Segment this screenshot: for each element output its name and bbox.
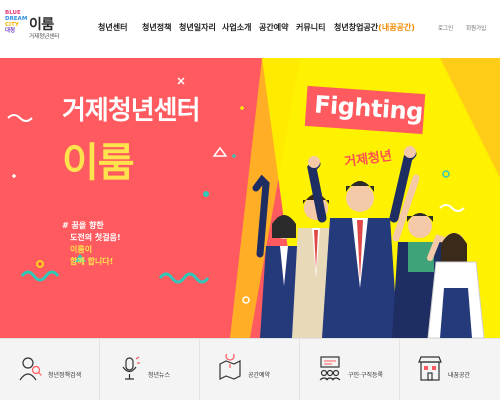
plus-doodle xyxy=(12,174,16,178)
nav-item-space-reservation[interactable]: 공간예약 xyxy=(259,22,288,33)
hero-title: 거제청년센터 xyxy=(62,96,201,126)
hero-copy-line: # 꿈을 향한 xyxy=(62,221,104,230)
quick-menu-dream-space[interactable]: 내꿈공간 xyxy=(400,339,500,400)
login-link[interactable]: 로그인 xyxy=(438,24,453,32)
hero-copy-line: 함께 합니다! xyxy=(70,257,114,266)
quick-menu-label: 청년뉴스 xyxy=(148,372,171,379)
job-board-icon xyxy=(319,356,341,381)
map-pin-icon xyxy=(219,354,241,380)
plus-doodle xyxy=(240,106,244,110)
triangle-doodle xyxy=(212,146,228,157)
quick-menu-job-registration[interactable]: 구인·구직등록 xyxy=(300,339,400,400)
hero-banner: 거제청년센터 이룸 # 꿈을 향한 도전의 첫걸음! 이룸이 함께 합니다! F… xyxy=(0,58,500,338)
quick-menu-space-reservation[interactable]: 공간예약 xyxy=(200,339,300,400)
plus-doodle xyxy=(232,154,236,158)
wave-doodle xyxy=(20,270,60,282)
logo-name: 이룸 xyxy=(29,17,54,33)
quick-menu-label: 내꿈공간 xyxy=(448,372,471,379)
quick-menu-label: 구인·구직등록 xyxy=(348,372,384,379)
nav-item-youth-center[interactable]: 청년센터 xyxy=(98,22,127,33)
site-header: BLUE DREAM CITY 대청 이룸 거제청년센터 청년센터 청년정책 청… xyxy=(0,0,500,58)
fighting-banner-text: Fighting xyxy=(313,90,424,127)
wave-doodle xyxy=(158,272,210,284)
quick-menu-label: 청년정책검색 xyxy=(48,372,82,379)
quick-menu-label: 공간예약 xyxy=(248,372,271,379)
logo-emblem: BLUE DREAM CITY 대청 xyxy=(5,10,27,34)
join-link[interactable]: 회원가입 xyxy=(466,24,486,32)
hero-brand-name: 이룸 xyxy=(62,140,135,186)
circle-doodle xyxy=(36,260,44,268)
nav-item-startup-space[interactable]: 청년창업공간(내꿈공간) xyxy=(334,22,415,33)
person-search-icon xyxy=(19,357,42,381)
building-icon xyxy=(418,356,442,381)
nav-item-youth-policy[interactable]: 청년정책 xyxy=(142,22,171,33)
circle-doodle xyxy=(203,191,209,197)
site-logo[interactable]: BLUE DREAM CITY 대청 이룸 거제청년센터 xyxy=(5,10,67,46)
cross-doodle xyxy=(177,77,185,85)
wave-doodle xyxy=(7,114,33,122)
quick-menu-policy-search[interactable]: 청년정책검색 xyxy=(0,339,100,400)
hero-copy: # 꿈을 향한 도전의 첫걸음! 이룸이 함께 합니다! xyxy=(62,220,121,268)
logo-emblem-line: 대청 xyxy=(5,28,16,34)
hero-copy-line: 이룸이 xyxy=(70,245,93,254)
news-microphone-icon xyxy=(122,356,140,380)
nav-item-business-intro[interactable]: 사업소개 xyxy=(222,22,251,33)
quick-menu-youth-news[interactable]: 청년뉴스 xyxy=(100,339,200,400)
nav-item-startup-space-accent: (내꿈공간) xyxy=(378,23,415,32)
logo-subtitle: 거제청년센터 xyxy=(29,34,60,40)
hero-copy-line: 도전의 첫걸음! xyxy=(70,233,121,242)
nav-item-community[interactable]: 커뮤니티 xyxy=(296,22,325,33)
fighting-banner: Fighting xyxy=(304,85,426,135)
nav-item-youth-jobs[interactable]: 청년일자리 xyxy=(179,22,216,33)
nav-item-startup-space-label: 청년창업공간 xyxy=(334,23,379,32)
quick-menu: 청년정책검색 청년뉴스 공간예약 구인·구직등록 내꿈공간 xyxy=(0,338,500,400)
